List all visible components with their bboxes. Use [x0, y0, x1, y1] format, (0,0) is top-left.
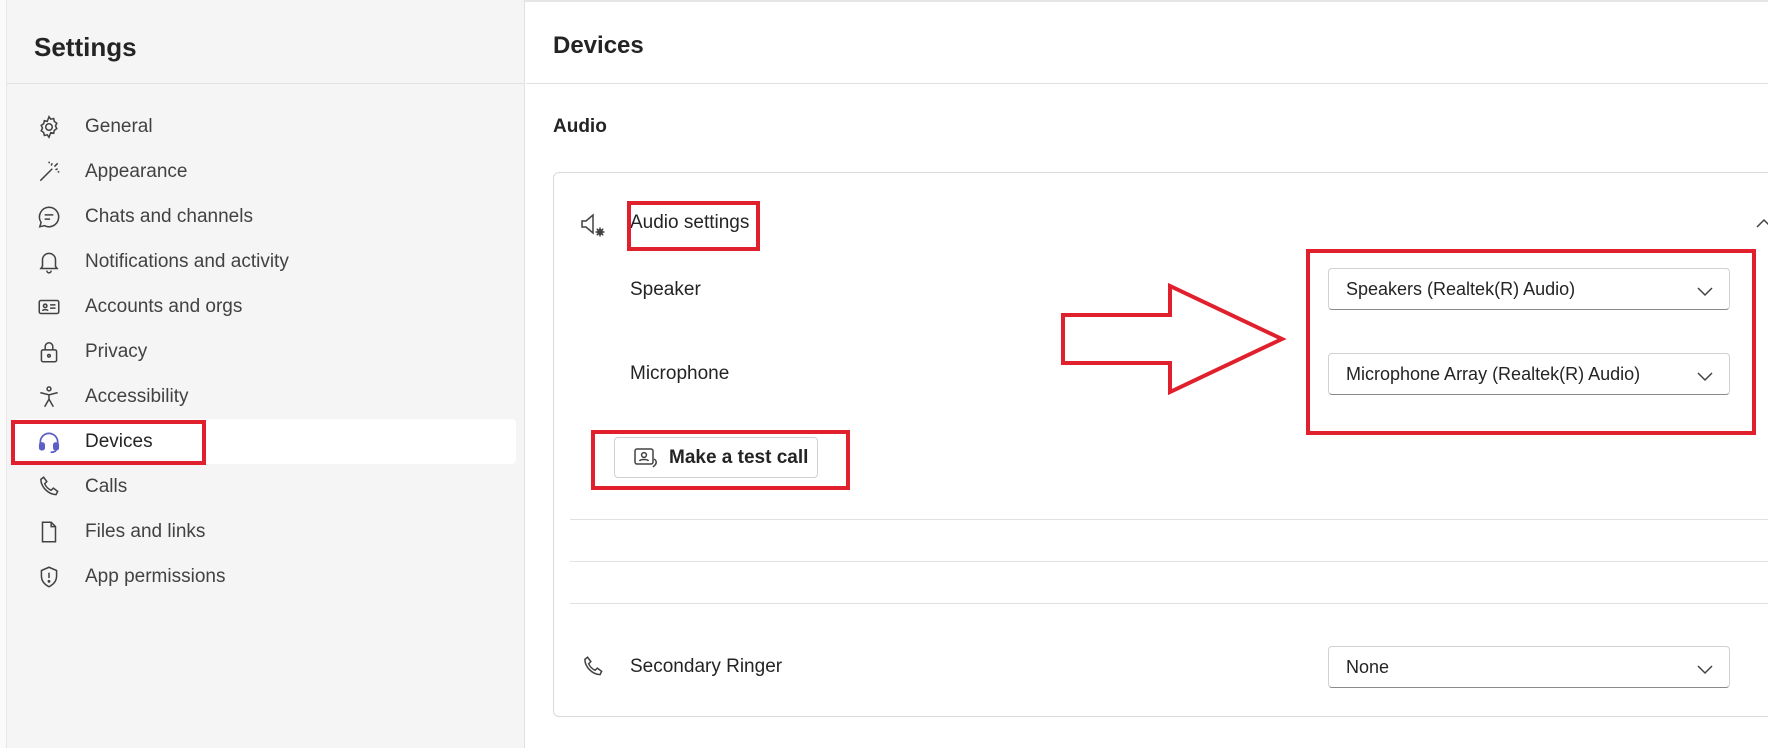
sidebar-item-label: Appearance: [85, 160, 188, 182]
page-title: Devices: [553, 32, 644, 59]
document-icon: [36, 519, 62, 545]
sidebar-item-label: Accessibility: [85, 385, 189, 407]
sidebar-item-accounts[interactable]: Accounts and orgs: [14, 284, 516, 329]
chevron-up-icon[interactable]: [1754, 214, 1768, 234]
sidebar-item-general[interactable]: General: [14, 104, 516, 149]
gear-icon: [36, 114, 62, 140]
sidebar-item-appearance[interactable]: Appearance: [14, 149, 516, 194]
shield-icon: [36, 564, 62, 590]
speaker-dropdown[interactable]: Speakers (Realtek(R) Audio): [1328, 268, 1730, 310]
sidebar-item-label: Calls: [85, 475, 128, 497]
headset-icon: [36, 429, 62, 455]
id-card-icon: [36, 294, 62, 320]
sidebar-item-label: Accounts and orgs: [85, 295, 243, 317]
make-test-call-button[interactable]: Make a test call: [614, 437, 818, 478]
lock-icon: [36, 339, 62, 365]
secondary-ringer-dropdown[interactable]: None: [1328, 646, 1730, 688]
speaker-selected-value: Speakers (Realtek(R) Audio): [1346, 278, 1576, 299]
card-divider: [570, 603, 1768, 604]
accessibility-icon: [36, 384, 62, 410]
sidebar-item-label: App permissions: [85, 565, 226, 587]
chat-icon: [36, 204, 62, 230]
microphone-dropdown[interactable]: Microphone Array (Realtek(R) Audio): [1328, 353, 1730, 395]
secondary-ringer-label: Secondary Ringer: [630, 656, 783, 677]
sidebar-divider: [7, 83, 525, 84]
section-title-audio: Audio: [553, 116, 607, 137]
speaker-settings-icon: [578, 210, 608, 240]
microphone-label: Microphone: [630, 363, 730, 384]
test-call-icon: [634, 447, 657, 468]
card-divider: [570, 561, 1768, 562]
sidebar-item-app-permissions[interactable]: App permissions: [14, 554, 516, 599]
chevron-down-icon: [1695, 281, 1715, 301]
annotation-arrow: [1061, 283, 1287, 395]
card-divider: [570, 519, 1768, 520]
sidebar-item-files[interactable]: Files and links: [14, 509, 516, 554]
settings-sidebar: Settings General Appearance Chats and ch…: [0, 0, 525, 748]
sidebar-item-calls[interactable]: Calls: [14, 464, 516, 509]
make-test-call-label: Make a test call: [669, 446, 809, 468]
speaker-label: Speaker: [630, 279, 701, 300]
phone-icon: [580, 654, 606, 680]
sidebar-item-label: Notifications and activity: [85, 250, 289, 272]
phone-icon: [36, 474, 62, 500]
secondary-ringer-selected-value: None: [1346, 656, 1390, 677]
sidebar-edge: [0, 0, 7, 748]
sidebar-item-notifications[interactable]: Notifications and activity: [14, 239, 516, 284]
chevron-down-icon: [1695, 659, 1715, 679]
microphone-selected-value: Microphone Array (Realtek(R) Audio): [1346, 363, 1641, 384]
bell-icon: [36, 249, 62, 275]
audio-settings-heading[interactable]: Audio settings: [630, 212, 749, 234]
sidebar-item-privacy[interactable]: Privacy: [14, 329, 516, 374]
sidebar-item-label: Privacy: [85, 340, 148, 362]
chevron-down-icon: [1695, 366, 1715, 386]
sidebar-item-devices[interactable]: Devices: [14, 419, 516, 464]
sidebar-item-label: Files and links: [85, 520, 206, 542]
sidebar-item-chats[interactable]: Chats and channels: [14, 194, 516, 239]
sidebar-title: Settings: [34, 32, 137, 62]
sidebar-item-accessibility[interactable]: Accessibility: [14, 374, 516, 419]
sidebar-item-label: Chats and channels: [85, 205, 253, 227]
magic-wand-icon: [36, 159, 62, 185]
sidebar-item-label: General: [85, 115, 153, 137]
settings-nav: General Appearance Chats and channels No…: [14, 104, 516, 599]
sidebar-item-label: Devices: [85, 430, 153, 452]
header-divider: [526, 83, 1768, 84]
